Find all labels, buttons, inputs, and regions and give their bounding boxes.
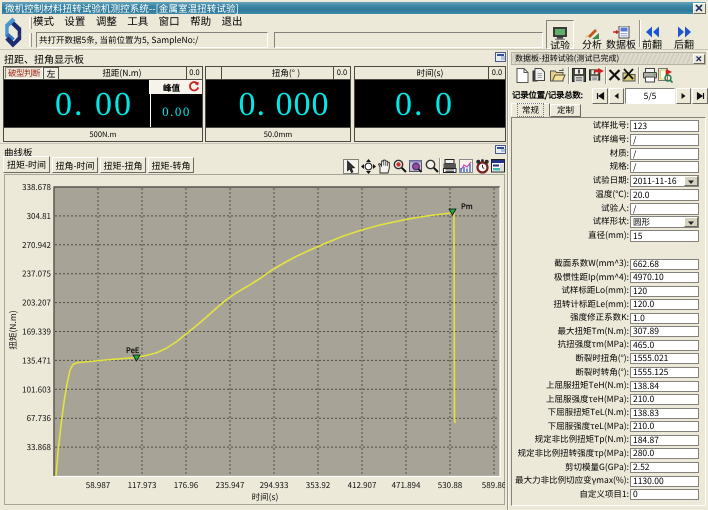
svg-text:203.207: 203.207 — [22, 298, 51, 309]
svg-text:扭矩(N.m): 扭矩(N.m) — [7, 310, 19, 349]
svg-text:338.678: 338.678 — [22, 182, 51, 193]
svg-text:471.894: 471.894 — [392, 480, 421, 491]
svg-text:304.81: 304.81 — [27, 211, 51, 222]
svg-text:412.907: 412.907 — [348, 480, 377, 491]
svg-text:PeE: PeE — [126, 345, 140, 356]
svg-text:Pm: Pm — [461, 201, 473, 212]
svg-text:270.942: 270.942 — [22, 240, 51, 251]
svg-text:117.973: 117.973 — [128, 480, 157, 491]
svg-text:235.947: 235.947 — [216, 480, 245, 491]
svg-text:101.603: 101.603 — [22, 384, 51, 395]
svg-text:135.471: 135.471 — [22, 355, 51, 366]
svg-text:33.868: 33.868 — [27, 442, 52, 453]
svg-text:353.92: 353.92 — [306, 480, 331, 491]
svg-text:237.075: 237.075 — [22, 269, 51, 280]
svg-text:589.86: 589.86 — [482, 480, 505, 491]
svg-text:时间(s): 时间(s) — [252, 491, 279, 503]
svg-text:67.736: 67.736 — [27, 413, 52, 424]
svg-text:58.987: 58.987 — [86, 480, 111, 491]
svg-text:169.339: 169.339 — [22, 327, 51, 338]
svg-text:294.933: 294.933 — [260, 480, 289, 491]
svg-text:530.88: 530.88 — [438, 480, 463, 491]
svg-text:176.96: 176.96 — [174, 480, 199, 491]
